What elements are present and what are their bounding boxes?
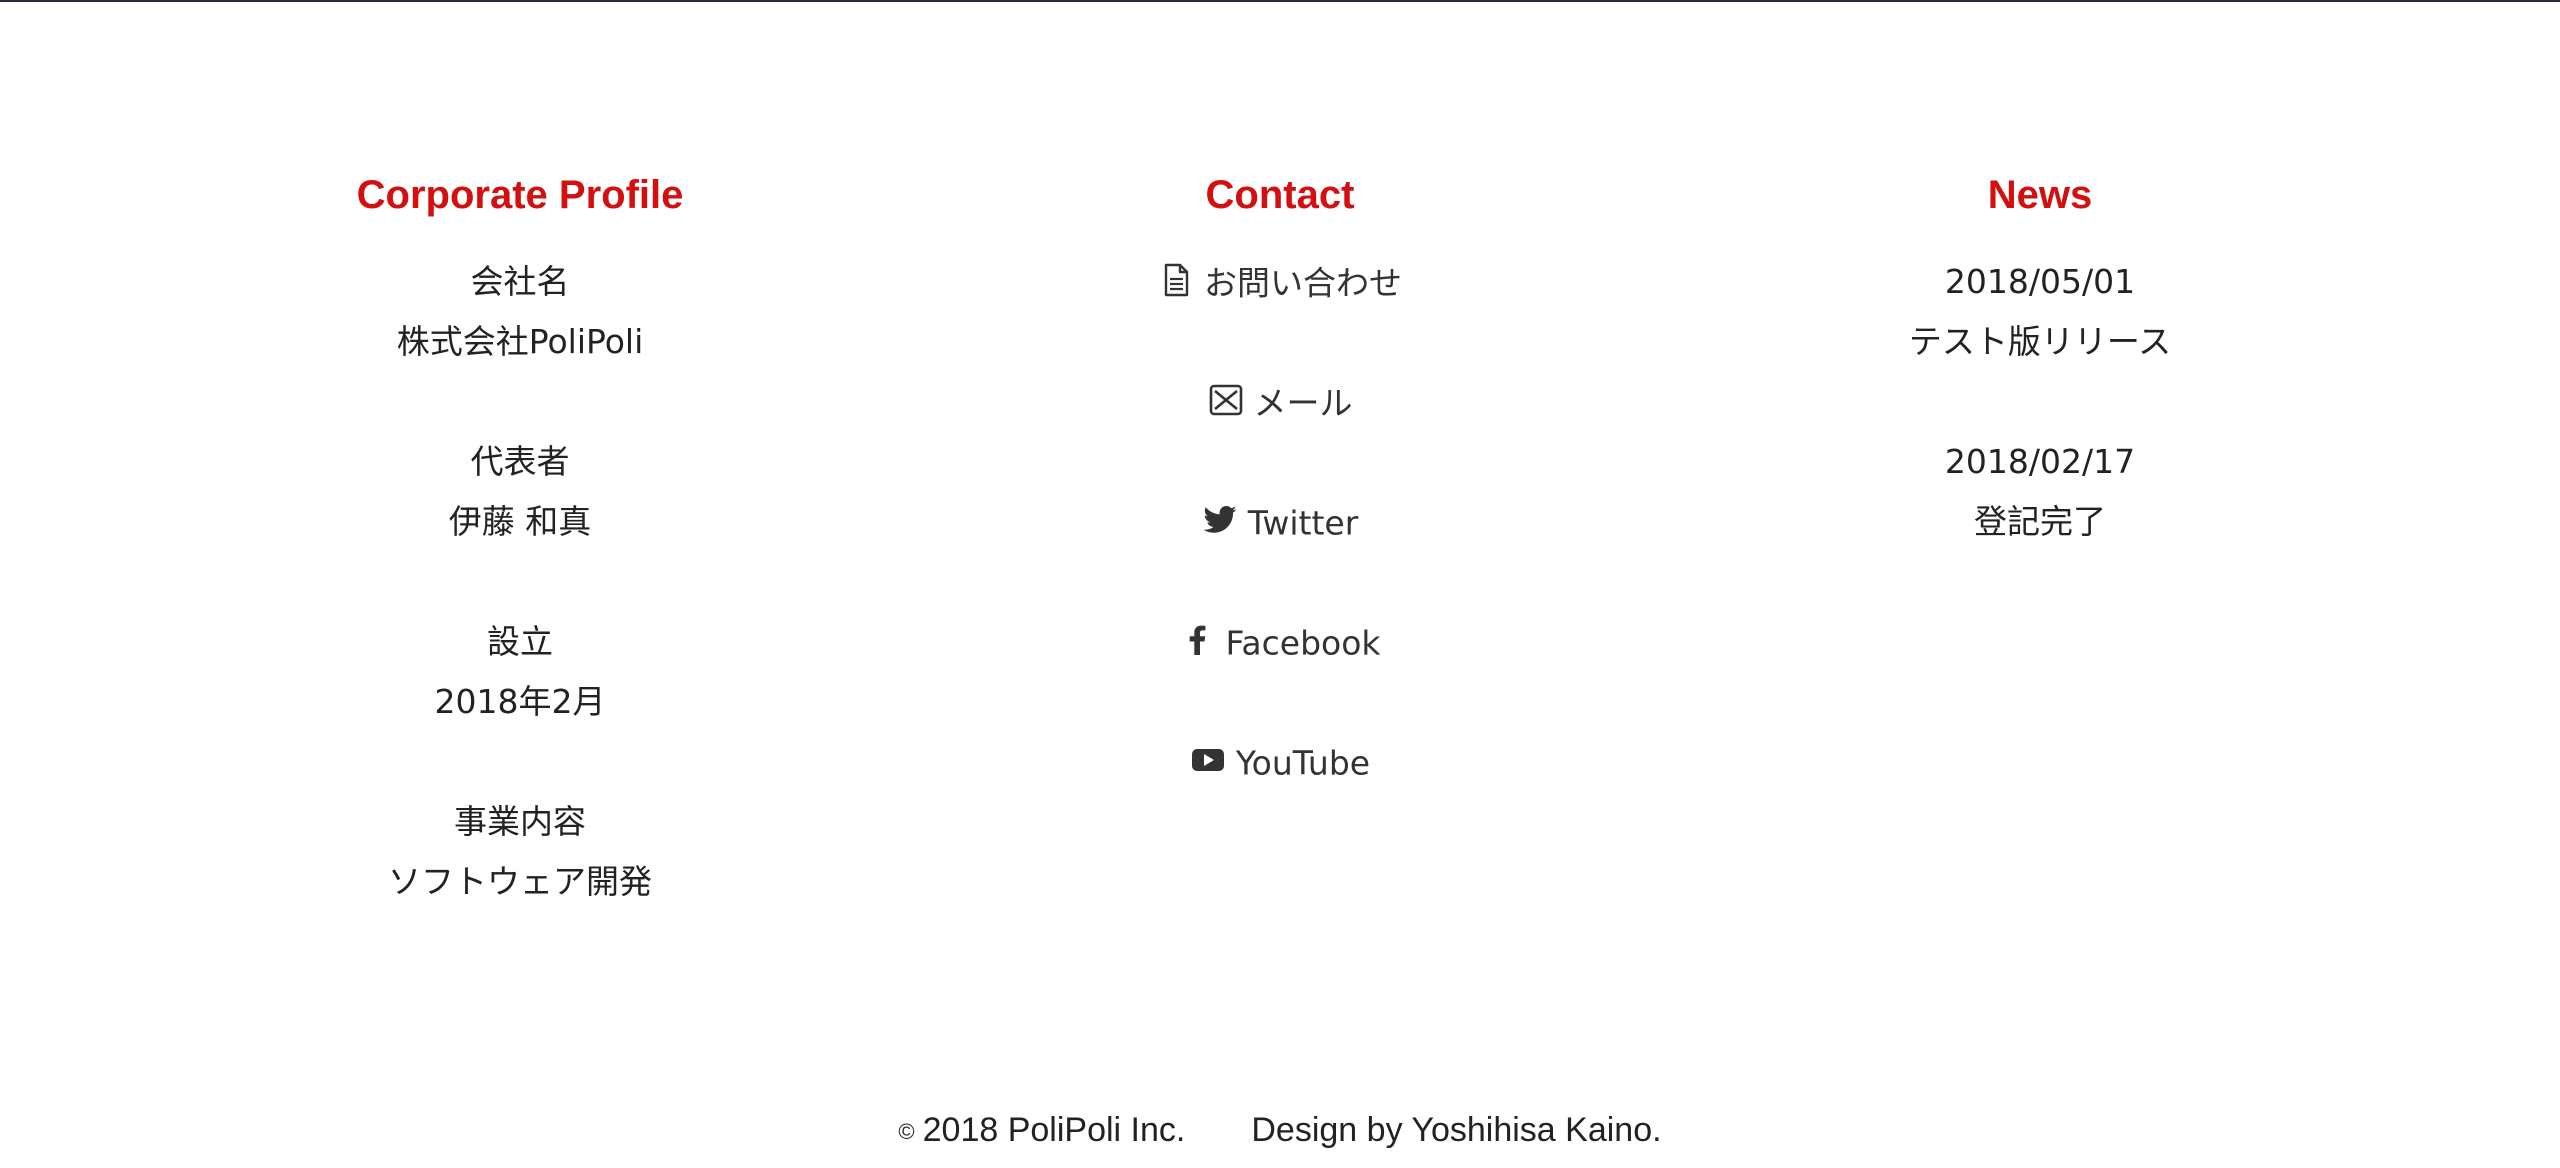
contact-label: Twitter [1247,503,1359,543]
profile-value: 伊藤 和真 [448,502,592,541]
profile-entry-representative: 代表者 伊藤 和真 [170,432,870,552]
contact-label: お問い合わせ [1204,263,1402,303]
news-section: News 2018/05/01 テスト版リリース 2018/02/17 登記完了 [1690,165,2390,612]
contact-label: メール [1253,383,1353,423]
profile-value: ソフトウェア開発 [388,862,652,901]
contact-link-facebook[interactable]: Facebook [930,612,1630,672]
profile-label: 代表者 [470,442,570,481]
profile-label: 事業内容 [454,802,586,841]
contact-link-mail[interactable]: メール [930,372,1630,432]
profile-value: 株式会社PoliPoli [396,322,644,361]
mail-icon [1208,382,1244,418]
corporate-profile-title: Corporate Profile [356,173,684,217]
news-item: 2018/05/01 テスト版リリース [1690,252,2390,372]
profile-entry-founded: 設立 2018年2月 [170,612,870,732]
design-credit: Design by Yoshihisa Kaino. [1251,1111,1662,1149]
news-title: News [1987,173,2093,217]
twitter-icon [1202,502,1238,538]
contact-label: YouTube [1235,743,1371,783]
corporate-profile-list: 会社名 株式会社PoliPoli 代表者 伊藤 和真 設立 2018年2月 事業… [170,252,870,912]
news-date: 2018/02/17 [1944,442,2136,481]
contact-label: Facebook [1225,623,1381,663]
news-text: 登記完了 [1974,502,2106,541]
contact-section: Contact お問い合わせ メール Twitter Facebook YouT… [930,165,1630,852]
contact-title: Contact [1205,173,1355,217]
profile-entry-company: 会社名 株式会社PoliPoli [170,252,870,372]
contact-link-inquiry[interactable]: お問い合わせ [930,252,1630,312]
news-item: 2018/02/17 登記完了 [1690,432,2390,552]
profile-label: 会社名 [470,262,570,301]
news-date: 2018/05/01 [1944,262,2136,301]
contact-link-youtube[interactable]: YouTube [930,732,1630,792]
copyright-symbol: © [898,1119,915,1145]
corporate-profile-section: Corporate Profile 会社名 株式会社PoliPoli 代表者 伊… [170,165,870,972]
site-footer: © 2018 PoliPoli Inc. Design by Yoshihisa K… [0,1100,2560,1162]
youtube-icon [1190,742,1226,778]
top-divider [0,0,2560,2]
facebook-icon [1179,622,1215,658]
profile-value: 2018年2月 [434,682,606,721]
document-icon [1158,262,1194,298]
contact-list: お問い合わせ メール Twitter Facebook YouTube [930,252,1630,792]
copyright-text: 2018 PoliPoli Inc. [922,1111,1186,1149]
contact-link-twitter[interactable]: Twitter [930,492,1630,552]
news-text: テスト版リリース [1908,322,2172,361]
news-list: 2018/05/01 テスト版リリース 2018/02/17 登記完了 [1690,252,2390,552]
profile-label: 設立 [487,622,553,661]
footer-page: Corporate Profile 会社名 株式会社PoliPoli 代表者 伊… [0,0,2560,1168]
profile-entry-business: 事業内容 ソフトウェア開発 [170,792,870,912]
